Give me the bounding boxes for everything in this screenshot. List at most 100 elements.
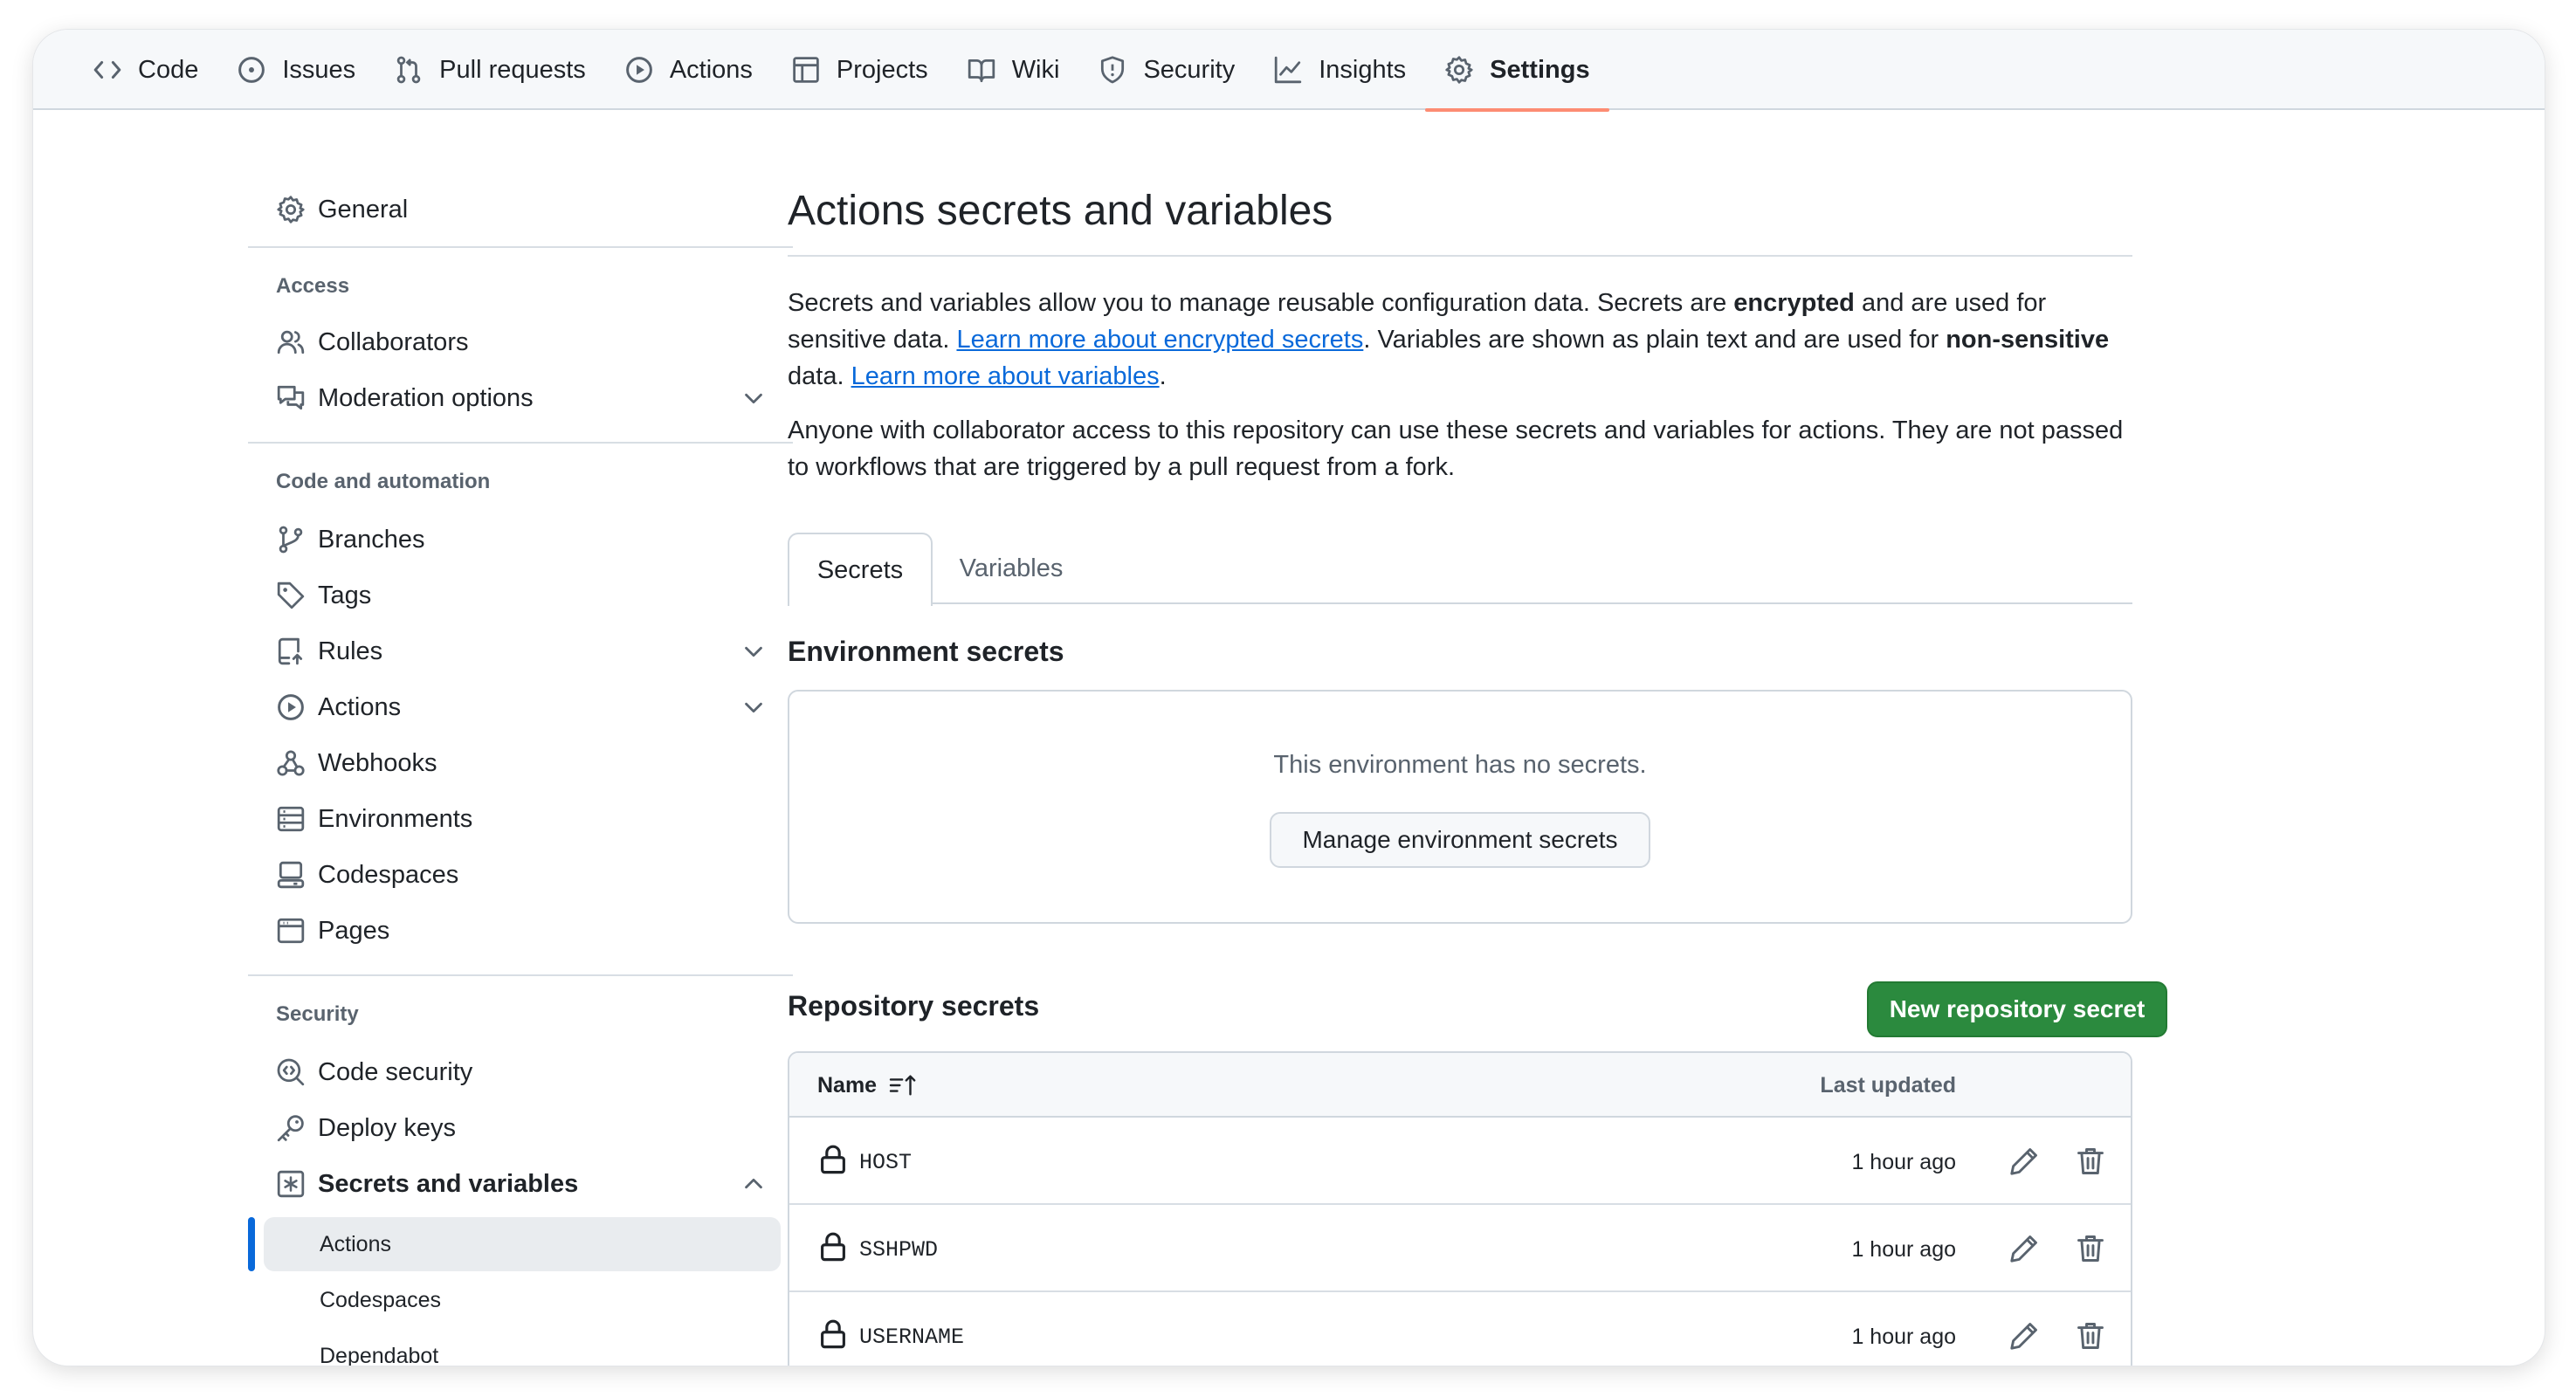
sidebar-subitem-actions[interactable]: Actions [264,1217,781,1271]
tab-settings[interactable]: Settings [1425,30,1609,112]
sidebar-item-rules[interactable]: Rules [215,625,793,678]
graph-icon [1275,56,1302,84]
table-icon [793,57,819,83]
repo-push-icon [278,637,303,665]
repository-secrets-heading: Repository secrets [788,990,1040,1022]
chevron-down-icon[interactable] [740,694,767,720]
secret-name: USERNAME [859,1324,965,1350]
sidebar-subitem-label: Dependabot [320,1343,439,1366]
sidebar-item-label: Environments [318,804,473,833]
lock-icon [821,1145,845,1174]
tab-variables[interactable]: Variables [933,533,1090,604]
sidebar-subitem-dependabot[interactable]: Dependabot [264,1329,781,1366]
lock-icon [821,1232,845,1262]
tab-settings-label: Settings [1490,55,1590,84]
sidebar-item-code-security[interactable]: Code security [215,1046,793,1098]
trash-icon[interactable] [2075,1320,2106,1352]
sidebar-item-codespaces[interactable]: Codespaces [215,849,793,901]
sidebar-subitem-codespaces[interactable]: Codespaces [264,1273,781,1327]
environment-secrets-box: This environment has no secrets. Manage … [788,690,2132,924]
sidebar-item-secrets-and-variables[interactable]: Secrets and variables [215,1158,793,1210]
sidebar-subitem-label: Codespaces [320,1287,441,1312]
learn-more-secrets-link[interactable]: Learn more about encrypted secrets [956,326,1363,354]
secrets-variables-tabs: Secrets Variables [788,533,2132,606]
section-heading-code-automation: Code and automation [276,470,491,493]
gear-icon [277,196,305,224]
chevron-up-icon[interactable] [740,1171,767,1197]
page-title: Actions secrets and variables [788,188,1333,234]
tab-projects-label: Projects [836,55,928,84]
table-header: Name Last updated [789,1053,2131,1118]
codespaces-icon [277,861,305,889]
gear-icon [1445,56,1473,84]
column-name-header[interactable]: Name [817,1053,919,1118]
tab-wiki-label: Wiki [1011,55,1060,84]
tab-insights[interactable]: Insights [1254,30,1425,110]
sidebar-item-pages[interactable]: Pages [215,905,793,957]
tab-code[interactable]: Code [73,30,217,110]
key-asterisk-icon [277,1170,305,1198]
divider [248,442,793,444]
chevron-down-icon[interactable] [740,385,767,411]
sidebar-item-label: Actions [318,692,402,721]
comment-discussion-icon [277,385,305,410]
new-repository-secret-button[interactable]: New repository secret [1867,981,2167,1037]
tab-actions[interactable]: Actions [605,30,772,110]
pencil-icon[interactable] [2008,1146,2040,1177]
access-note: Anyone with collaborator access to this … [788,416,2124,481]
tab-actions-label: Actions [669,55,753,84]
selected-indicator [248,1217,255,1271]
sidebar-item-environments[interactable]: Environments [215,793,793,845]
sidebar-item-tags[interactable]: Tags [215,569,793,622]
browser-icon [277,918,305,944]
browser-window: Code Issues Pull requests Actions Projec… [33,30,2545,1366]
secret-name: SSHPWD [859,1236,939,1263]
tab-projects[interactable]: Projects [772,30,947,110]
sidebar-item-collaborators[interactable]: Collaborators [215,316,793,368]
secrets-table: Name Last updated HOST 1 hour ago SSHPWD… [788,1051,2132,1366]
sidebar-item-label: Codespaces [318,860,459,889]
divider [248,246,793,248]
tab-issues[interactable]: Issues [217,30,375,110]
sidebar-item-label: Collaborators [318,327,469,356]
sidebar-item-label: Webhooks [318,748,437,777]
trash-icon[interactable] [2075,1233,2106,1264]
section-heading-access: Access [276,274,350,298]
learn-more-variables-link[interactable]: Learn more about variables [851,362,1160,390]
code-icon [93,61,121,79]
tab-security[interactable]: Security [1078,30,1254,110]
tab-insights-label: Insights [1319,55,1407,84]
divider [788,255,2132,257]
tab-secrets[interactable]: Secrets [788,533,933,606]
repo-nav: Code Issues Pull requests Actions Projec… [33,30,2545,112]
lock-icon [821,1319,845,1349]
sidebar-item-moderation[interactable]: Moderation options [215,372,793,424]
sidebar-item-deploy-keys[interactable]: Deploy keys [215,1102,793,1154]
manage-environment-secrets-button[interactable]: Manage environment secrets [1270,812,1650,868]
sidebar-item-webhooks[interactable]: Webhooks [215,737,793,789]
empty-state-text: This environment has no secrets. [1273,751,1647,779]
pencil-icon[interactable] [2008,1233,2040,1264]
pencil-icon[interactable] [2008,1320,2040,1352]
column-updated-header: Last updated [1820,1072,1956,1098]
play-icon [625,57,652,83]
secret-name: HOST [859,1149,913,1175]
tab-pull-requests[interactable]: Pull requests [375,30,605,110]
issue-icon [238,57,265,83]
table-row: SSHPWD 1 hour ago [789,1207,2131,1292]
sidebar-item-label: General [318,195,409,224]
play-icon [278,694,304,720]
sidebar-subitem-label: Actions [320,1231,391,1256]
tab-wiki[interactable]: Wiki [947,30,1079,110]
pull-request-icon [396,56,421,84]
shield-icon [1101,56,1125,84]
sidebar-item-branches[interactable]: Branches [215,513,793,566]
sidebar-item-label: Branches [318,525,425,554]
sidebar-item-actions[interactable]: Actions [215,681,793,733]
tab-security-label: Security [1143,55,1236,84]
sidebar-item-label: Secrets and variables [318,1169,579,1198]
chevron-down-icon[interactable] [740,638,767,664]
trash-icon[interactable] [2075,1146,2106,1177]
intro-paragraph: Secrets and variables allow you to manag… [788,289,2110,390]
sidebar-item-general[interactable]: General [215,183,793,236]
